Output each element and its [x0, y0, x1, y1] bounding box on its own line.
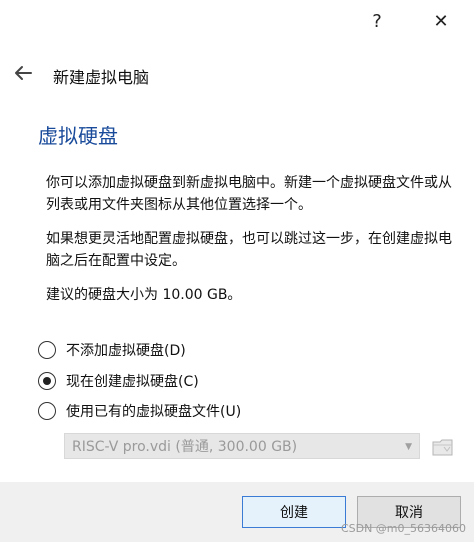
radio-use-existing[interactable]: 使用已有的虚拟硬盘文件(U)	[38, 400, 241, 422]
flexibility-text: 如果想更灵活地配置虚拟硬盘，也可以跳过这一步，在创建虚拟电脑之后在配置中设定。	[46, 231, 452, 269]
radio-selected-dot	[43, 377, 51, 385]
help-icon: ?	[372, 10, 382, 32]
dropdown-arrow-icon: ▼	[405, 442, 412, 452]
back-button[interactable]	[12, 62, 34, 84]
radio-circle[interactable]	[38, 341, 56, 359]
close-button[interactable]: ✕	[426, 6, 456, 36]
radio-no-disk[interactable]: 不添加虚拟硬盘(D)	[38, 339, 186, 361]
create-button[interactable]: 创建	[242, 496, 346, 528]
choose-disk-file-button[interactable]	[430, 434, 456, 460]
radio-create-disk[interactable]: 现在创建虚拟硬盘(C)	[38, 370, 199, 392]
recommended-size-text: 建议的硬盘大小为 10.00 GB。	[46, 287, 242, 303]
folder-icon	[432, 439, 453, 456]
watermark-text: CSDN @m0_56364060	[340, 522, 466, 535]
page-title: 虚拟硬盘	[38, 124, 118, 148]
help-button[interactable]: ?	[362, 6, 392, 36]
radio-circle-selected[interactable]	[38, 372, 56, 390]
existing-disk-value: RISC-V pro.vdi (普通, 300.00 GB)	[72, 439, 298, 455]
back-arrow-icon	[15, 66, 32, 80]
radio-label: 不添加虚拟硬盘(D)	[66, 343, 186, 359]
radio-label: 现在创建虚拟硬盘(C)	[66, 374, 199, 390]
existing-disk-select[interactable]: RISC-V pro.vdi (普通, 300.00 GB) ▼	[64, 433, 420, 459]
radio-label: 使用已有的虚拟硬盘文件(U)	[66, 404, 242, 420]
wizard-title: 新建虚拟电脑	[53, 68, 150, 87]
radio-circle[interactable]	[38, 402, 56, 420]
description-text: 你可以添加虚拟硬盘到新虚拟电脑中。新建一个虚拟硬盘文件或从列表或用文件夹图标从其…	[46, 175, 452, 213]
close-icon: ✕	[433, 10, 449, 32]
